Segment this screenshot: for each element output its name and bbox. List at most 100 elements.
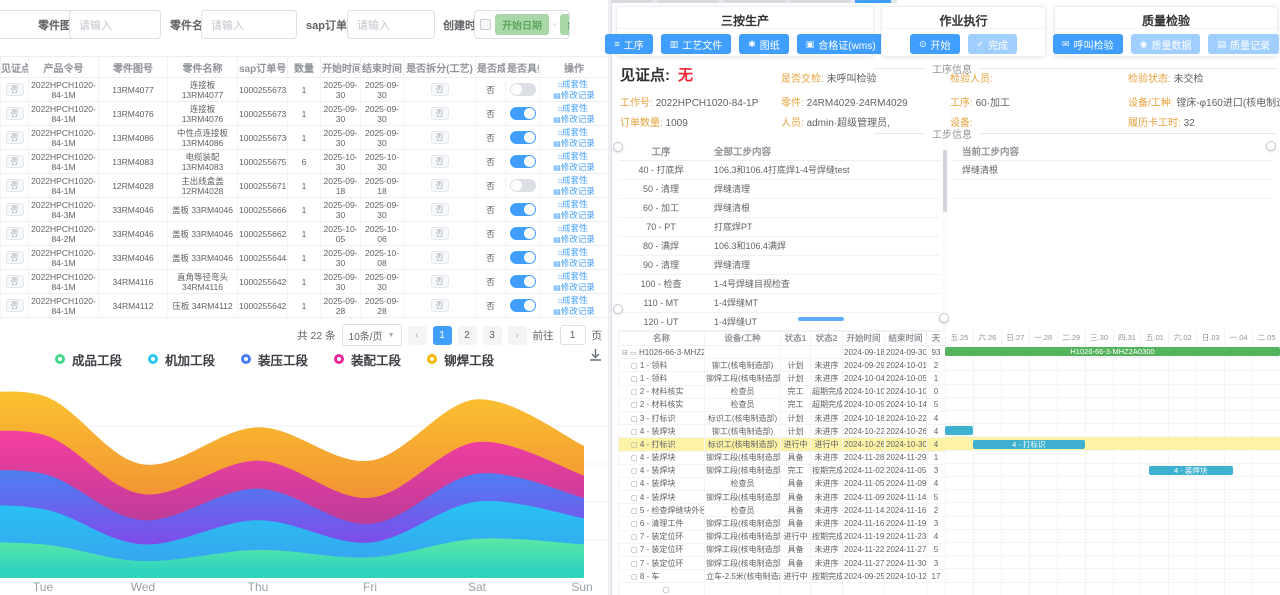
part-name-input[interactable]: 请输入 [201, 10, 297, 39]
split-button[interactable]: 否 [431, 107, 449, 120]
split-button[interactable]: 否 [431, 251, 449, 264]
witness-button[interactable]: 否 [6, 179, 24, 192]
witness-button[interactable]: 否 [6, 299, 24, 312]
step-row[interactable]: 50 - 清理焊缝清理 [618, 179, 940, 198]
witness-button[interactable]: 否 [6, 203, 24, 216]
legend-item[interactable]: 装压工段 [241, 350, 308, 369]
splitter-handle-top-left[interactable] [613, 142, 623, 152]
witness-button[interactable]: 否 [6, 155, 24, 168]
modify-record-link[interactable]: ▤修改记录 [553, 138, 595, 148]
gantt-row[interactable]: ▢ 4 - 装焊块检查员具备未进序2024-11-052024-11-094 [619, 477, 946, 490]
图纸-button[interactable]: ✱图纸 [739, 34, 789, 54]
gantt-bar[interactable] [945, 426, 973, 435]
split-button[interactable]: 否 [431, 275, 449, 288]
page-button-2[interactable]: 2 [458, 326, 477, 345]
completeness-link[interactable]: ⌂成套性 [557, 295, 587, 305]
gantt-row[interactable]: ▢ 7 - 装定位环铆焊工段(核电制造部)具备未进序2024-11-222024… [619, 543, 946, 556]
start-date-button[interactable]: 开始日期 [495, 14, 549, 35]
gantt-row[interactable]: ▢ 4 - 装焊块铆焊工段(核电制造部)具备未进序2024-11-282024-… [619, 451, 946, 464]
legend-item[interactable]: 装配工段 [334, 350, 401, 369]
呼叫检验-button[interactable]: ✉呼叫检验 [1053, 34, 1123, 54]
part-drawing-input[interactable]: 请输入 [69, 10, 161, 39]
ready-toggle[interactable] [510, 227, 536, 240]
horizontal-scrollbar-thumb[interactable] [798, 317, 844, 321]
gantt-row[interactable]: ⊟ ▭ H1026-66-3·MHZ2A03002024-09-182024-0… [619, 346, 946, 359]
completeness-link[interactable]: ⌂成套性 [557, 103, 587, 113]
gantt-row[interactable]: ▢ 4 - 装焊块铆工(核电制造部)计划未进序2024-10-222024-10… [619, 425, 946, 438]
witness-button[interactable]: 否 [6, 275, 24, 288]
download-icon[interactable] [588, 348, 603, 368]
modify-record-link[interactable]: ▤修改记录 [553, 258, 595, 268]
split-button[interactable]: 否 [431, 227, 449, 240]
completeness-link[interactable]: ⌂成套性 [557, 151, 587, 161]
completeness-link[interactable]: ⌂成套性 [557, 247, 587, 257]
split-button[interactable]: 否 [431, 131, 449, 144]
ready-toggle[interactable] [510, 131, 536, 144]
gantt-row[interactable]: ▢ 1 - 领料铆焊工段(核电制造部)计划未进序2024-10-042024-1… [619, 372, 946, 385]
gantt-row[interactable]: ▢ 8 - 车立车-2.5米(核电制造部)进行中按期完成2024-09-2520… [619, 570, 946, 583]
completeness-link[interactable]: ⌂成套性 [557, 271, 587, 281]
gantt-row[interactable]: ▢ 7 - 装定位环铆焊工段(核电制造部)进行中按期完成2024-11-1920… [619, 530, 946, 543]
modify-record-link[interactable]: ▤修改记录 [553, 234, 595, 244]
ready-toggle[interactable] [510, 83, 536, 96]
witness-button[interactable]: 否 [6, 83, 24, 96]
gantt-row[interactable]: ▢ 5 - 检查焊缝块外径检查员具备未进序2024-11-142024-11-1… [619, 504, 946, 517]
modify-record-link[interactable]: ▤修改记录 [553, 306, 595, 316]
completeness-link[interactable]: ⌂成套性 [557, 127, 587, 137]
modify-record-link[interactable]: ▤修改记录 [553, 210, 595, 220]
质量数据-button[interactable]: ◉质量数据 [1131, 34, 1201, 54]
ready-toggle[interactable] [510, 275, 536, 288]
split-button[interactable]: 否 [431, 155, 449, 168]
完成-button[interactable]: ✓完成 [968, 34, 1018, 54]
ready-toggle[interactable] [510, 179, 536, 192]
modify-record-link[interactable]: ▤修改记录 [553, 114, 595, 124]
page-size-select[interactable]: 10条/页▼ [342, 324, 402, 346]
gantt-bar[interactable]: 4 - 打标识 [973, 440, 1085, 449]
gantt-row[interactable]: ▢ 4 - 装焊块铆焊工段(核电制造部)完工按期完成2024-11-022024… [619, 464, 946, 477]
gantt-row[interactable]: ▢ 7 - 装定位环铆焊工段(核电制造部)具备未进序2024-11-272024… [619, 557, 946, 570]
page-button-3[interactable]: 3 [483, 326, 502, 345]
ready-toggle[interactable] [510, 251, 536, 264]
witness-button[interactable]: 否 [6, 227, 24, 240]
end-date-button[interactable]: 结束日期 [560, 14, 570, 35]
page-button-1[interactable]: 1 [433, 326, 452, 345]
step-row[interactable]: 80 - 满焊106.3和106.4满焊 [618, 236, 940, 255]
modify-record-link[interactable]: ▤修改记录 [553, 186, 595, 196]
completeness-link[interactable]: ⌂成套性 [557, 175, 587, 185]
next-page-button[interactable]: › [508, 326, 527, 345]
splitter-handle-bottom-mid[interactable] [939, 313, 949, 323]
witness-button[interactable]: 否 [6, 251, 24, 264]
splitter-handle-bottom-left[interactable] [613, 304, 623, 314]
gantt-row[interactable]: ▢ 6 - 清理工件铆焊工段(核电制造部)具备未进序2024-11-162024… [619, 517, 946, 530]
gantt-row[interactable]: ▢ 2 - 材料核实检查员完工超期完成2024-10-092024-10-145 [619, 398, 946, 411]
step-row[interactable]: 70 - PT打底焊PT [618, 217, 940, 236]
step-row[interactable]: 100 - 检查1-4号焊缝目视检查 [618, 274, 940, 293]
step-row[interactable]: 120 - UT1-4焊缝UT [618, 312, 940, 331]
ready-toggle[interactable] [510, 299, 536, 312]
gantt-row[interactable]: ▢ 1 - 领料铆工(核电制造部)计划未进序2024-09-292024-10-… [619, 359, 946, 372]
step-row[interactable]: 110 - MT1-4焊缝MT [618, 293, 940, 312]
gantt-bar[interactable]: H1026-66-3·MHZ2A0300 [945, 347, 1280, 356]
splitter-handle-top-right[interactable] [1266, 141, 1276, 151]
gantt-row[interactable]: ▢ 4 - 打标识标识工(核电制造部)进行中进行中2024-10-262024-… [619, 438, 946, 451]
witness-button[interactable]: 否 [6, 131, 24, 144]
goto-page-input[interactable]: 1 [560, 325, 586, 345]
合格证(wms)-button[interactable]: ▣合格证(wms) [797, 34, 885, 54]
modify-record-link[interactable]: ▤修改记录 [553, 162, 595, 172]
工序-button[interactable]: ≡工序 [605, 34, 652, 54]
ready-toggle[interactable] [510, 107, 536, 120]
legend-item[interactable]: 成品工段 [55, 350, 122, 369]
split-button[interactable]: 否 [431, 179, 449, 192]
gantt-row[interactable]: ▢ 3 - 打标识标识工(核电制造部)计划未进序2024-10-182024-1… [619, 411, 946, 424]
modify-record-link[interactable]: ▤修改记录 [553, 90, 595, 100]
step-row[interactable]: 60 - 加工焊缝清根 [618, 198, 940, 217]
date-checkbox[interactable] [480, 19, 491, 30]
step-row[interactable]: 90 - 清理焊缝清理 [618, 255, 940, 274]
gantt-row[interactable]: ▢ 2 - 材料核实检查员完工超期完成2024-10-102024-10-100 [619, 385, 946, 398]
ready-toggle[interactable] [510, 155, 536, 168]
create-time-range[interactable]: 开始日期 - 结束日期 [474, 10, 570, 39]
completeness-link[interactable]: ⌂成套性 [557, 223, 587, 233]
step-row[interactable]: 40 - 打底焊106.3和106.4打底焊1-4号焊缝test [618, 160, 940, 179]
gantt-bar[interactable]: 4 - 装焊块 [1149, 466, 1233, 475]
工艺文件-button[interactable]: ▥工艺文件 [661, 34, 732, 54]
